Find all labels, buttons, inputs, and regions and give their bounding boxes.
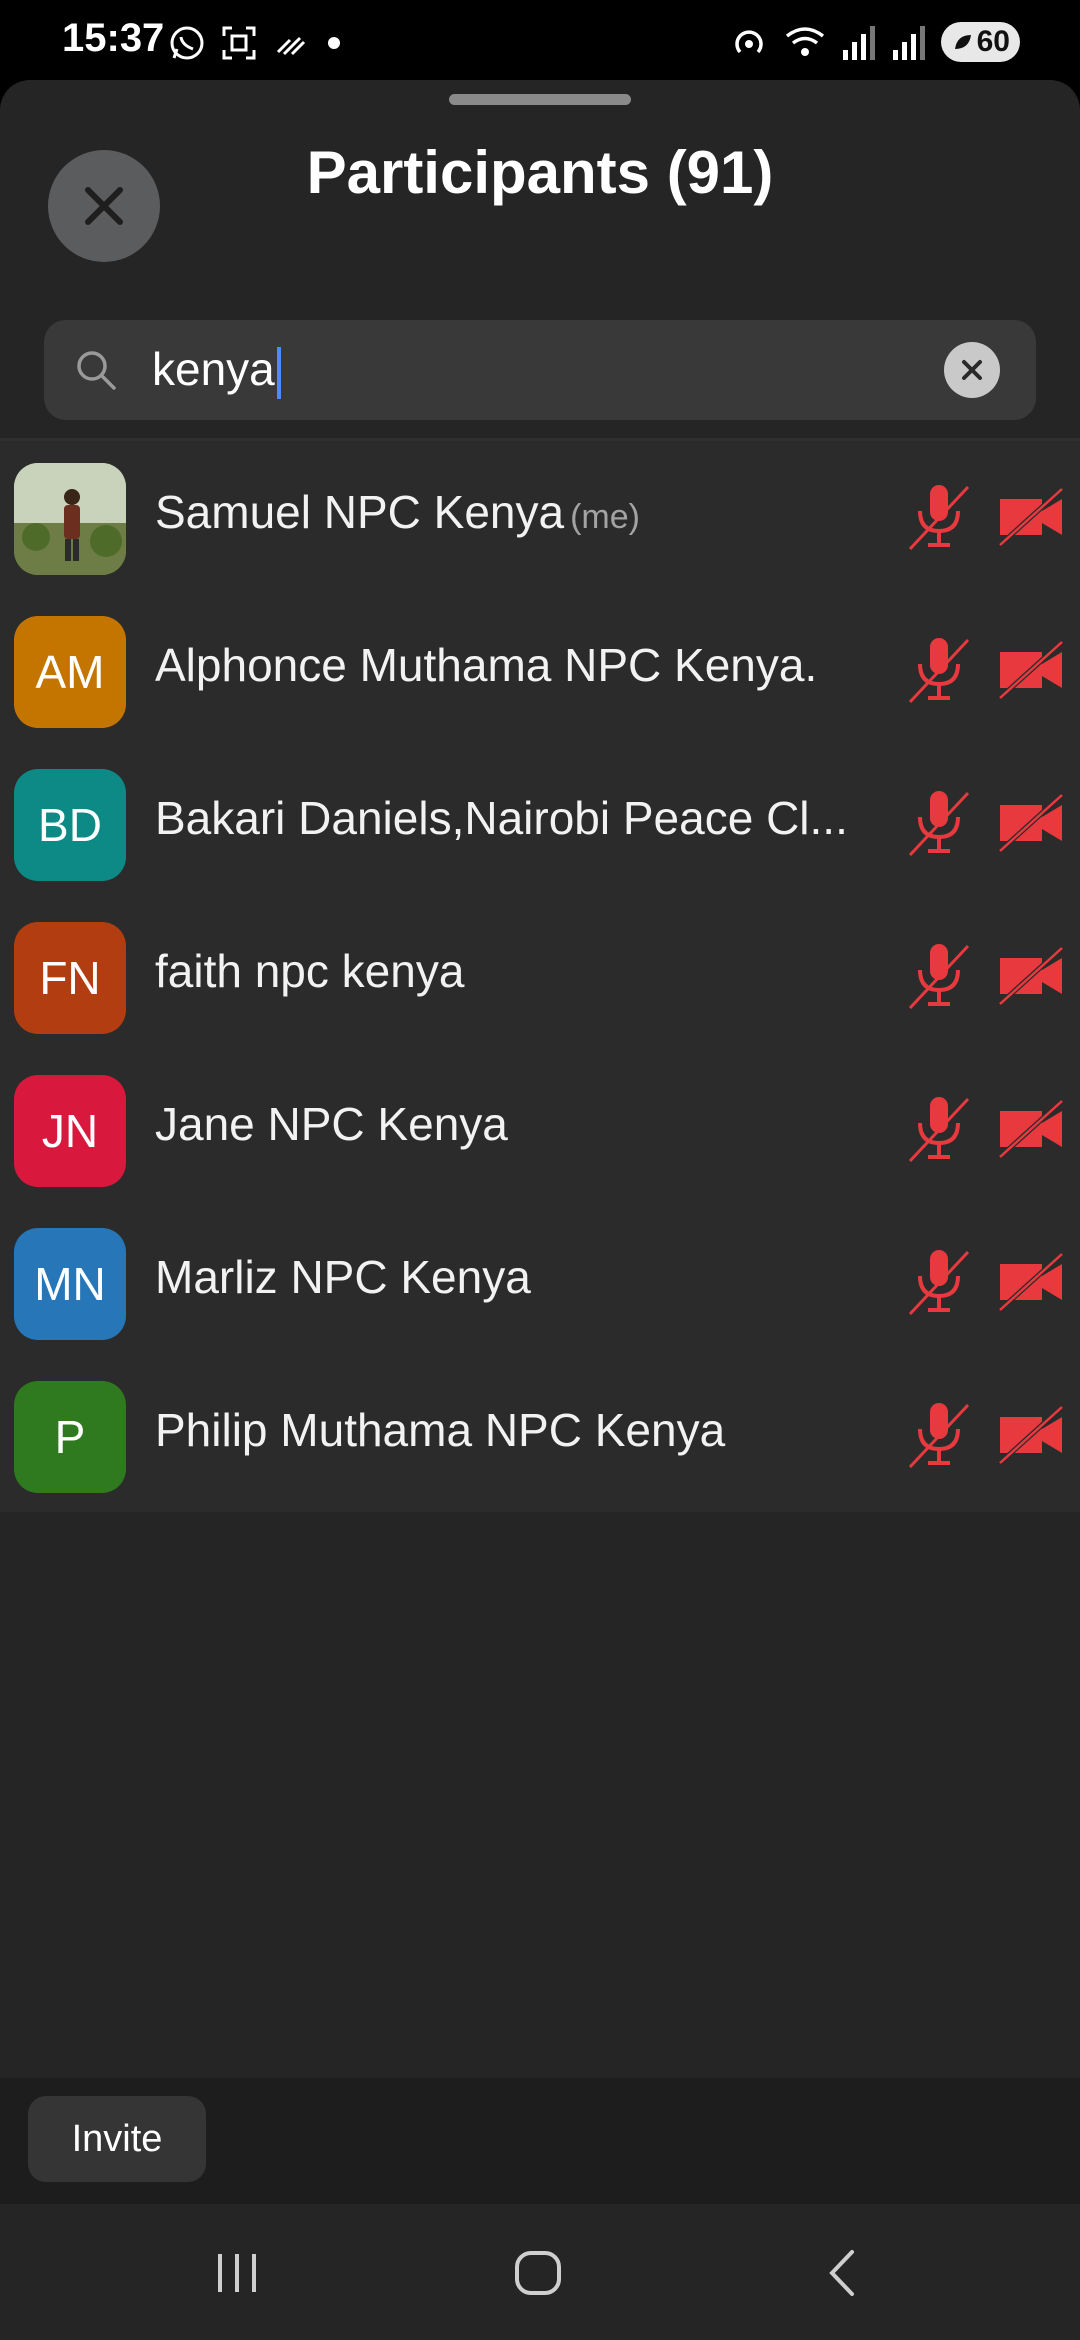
signal-icon xyxy=(892,26,925,60)
avatar: FN xyxy=(14,922,126,1034)
hotspot-icon xyxy=(734,30,763,54)
participant-row[interactable]: MN Marliz NPC Kenya xyxy=(0,1206,1080,1359)
participant-row[interactable]: JN Jane NPC Kenya xyxy=(0,1053,1080,1206)
avatar xyxy=(14,463,126,575)
recents-icon[interactable] xyxy=(212,2248,262,2298)
mic-muted-icon[interactable] xyxy=(906,481,972,553)
participant-row[interactable]: AM Alphonce Muthama NPC Kenya. xyxy=(0,594,1080,747)
back-icon[interactable] xyxy=(822,2248,862,2298)
mic-muted-icon[interactable] xyxy=(906,1246,972,1318)
participant-name: Alphonce Muthama NPC Kenya. xyxy=(155,639,818,691)
participant-row[interactable]: Samuel NPC Kenya (me) xyxy=(0,441,1080,594)
mic-muted-icon[interactable] xyxy=(906,634,972,706)
profile-photo xyxy=(14,463,126,575)
screenshot-icon xyxy=(222,26,256,60)
status-bar: 15:37 60 xyxy=(0,0,1080,82)
participant-name: Samuel NPC Kenya (me) xyxy=(155,486,640,538)
battery-indicator: 60 xyxy=(940,22,1020,62)
participant-name: faith npc kenya xyxy=(155,945,465,997)
participant-list: Samuel NPC Kenya (me) AM Alphonce Muthama… xyxy=(0,441,1080,1512)
participant-name: Marliz NPC Kenya xyxy=(155,1251,531,1303)
data-saver-icon xyxy=(276,36,306,56)
status-right-icons: 60 xyxy=(729,22,1020,62)
dot-icon xyxy=(328,37,340,49)
camera-off-icon[interactable] xyxy=(998,1099,1064,1159)
mic-muted-icon[interactable] xyxy=(906,1093,972,1165)
clear-icon xyxy=(962,360,982,380)
battery-level: 60 xyxy=(976,25,1010,58)
participant-name: Bakari Daniels,Nairobi Peace Cl... xyxy=(155,792,848,844)
participant-row[interactable]: P Philip Muthama NPC Kenya xyxy=(0,1359,1080,1512)
search-input[interactable]: kenya xyxy=(152,342,281,399)
mic-muted-icon[interactable] xyxy=(906,787,972,859)
text-cursor xyxy=(276,346,281,399)
me-tag: (me) xyxy=(570,498,640,536)
avatar: JN xyxy=(14,1075,126,1187)
page-title: Participants (91) xyxy=(306,139,774,206)
mic-muted-icon[interactable] xyxy=(906,940,972,1012)
avatar: P xyxy=(14,1381,126,1493)
search-field[interactable]: kenya xyxy=(44,320,1036,420)
participant-row[interactable]: FN faith npc kenya xyxy=(0,900,1080,1053)
home-icon[interactable] xyxy=(512,2248,564,2298)
camera-off-icon[interactable] xyxy=(998,1405,1064,1465)
system-navigation-bar xyxy=(0,2204,1080,2340)
camera-off-icon[interactable] xyxy=(998,946,1064,1006)
participant-row[interactable]: BD Bakari Daniels,Nairobi Peace Cl... xyxy=(0,747,1080,900)
participant-name: Jane NPC Kenya xyxy=(155,1098,508,1150)
status-left-icons xyxy=(168,24,344,62)
mic-muted-icon[interactable] xyxy=(906,1399,972,1471)
clear-search-button[interactable] xyxy=(944,342,1000,398)
status-time: 15:37 xyxy=(62,16,165,60)
camera-off-icon[interactable] xyxy=(998,1252,1064,1312)
sheet-drag-handle[interactable] xyxy=(449,94,631,105)
avatar: BD xyxy=(14,769,126,881)
search-icon xyxy=(77,351,116,390)
signal-icon xyxy=(842,26,875,60)
camera-off-icon[interactable] xyxy=(998,640,1064,700)
wifi-icon xyxy=(785,27,824,56)
whatsapp-icon xyxy=(170,26,204,60)
invite-button[interactable]: Invite xyxy=(28,2096,206,2182)
camera-off-icon[interactable] xyxy=(998,793,1064,853)
search-value: kenya xyxy=(152,343,275,395)
avatar: MN xyxy=(14,1228,126,1340)
avatar: AM xyxy=(14,616,126,728)
camera-off-icon[interactable] xyxy=(998,487,1064,547)
participant-name: Philip Muthama NPC Kenya xyxy=(155,1404,726,1456)
power-saving-icon xyxy=(954,35,971,49)
